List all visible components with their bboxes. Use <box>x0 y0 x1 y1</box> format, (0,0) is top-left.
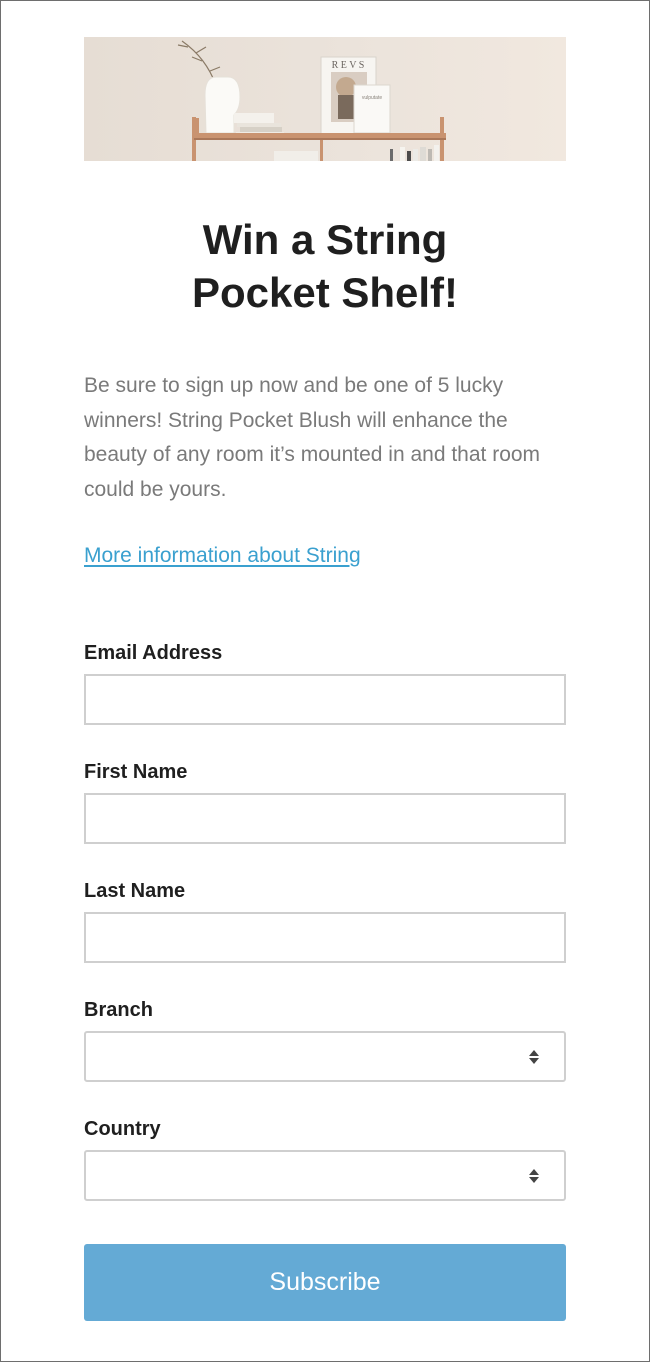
updown-icon <box>529 1169 539 1183</box>
book-stack-illustration <box>234 113 284 136</box>
more-info-link[interactable]: More information about String <box>84 542 361 570</box>
lower-books-illustration <box>274 145 439 161</box>
branch-select[interactable] <box>84 1031 566 1082</box>
first-name-field[interactable] <box>86 795 564 842</box>
email-label: Email Address <box>84 642 223 664</box>
subscribe-button[interactable]: Subscribe <box>84 1244 566 1321</box>
first-name-label: First Name <box>84 761 188 783</box>
first-name-field-wrapper <box>84 793 566 844</box>
branch-label: Branch <box>84 999 153 1021</box>
last-name-field[interactable] <box>86 914 564 961</box>
last-name-label: Last Name <box>84 880 186 902</box>
last-name-field-wrapper <box>84 912 566 963</box>
page-title: Win a String Pocket Shelf! <box>191 216 459 316</box>
shelf-photo: R E V S vulputate <box>177 40 446 161</box>
small-book-illustration: vulputate <box>353 84 391 134</box>
updown-icon <box>529 1050 539 1064</box>
magazine-title: R E V S <box>332 60 365 71</box>
signup-page: R E V S vulputate Win a String Pocket Sh… <box>0 0 650 1362</box>
vase-illustration <box>204 76 241 134</box>
email-field[interactable] <box>86 676 564 723</box>
email-field-wrapper <box>84 674 566 725</box>
small-book-text: vulputate <box>362 95 383 101</box>
country-select[interactable] <box>84 1150 566 1201</box>
intro-text: Be sure to sign up now and be one of 5 l… <box>84 374 541 501</box>
country-label: Country <box>84 1118 161 1140</box>
hero-image: R E V S vulputate <box>84 37 566 161</box>
